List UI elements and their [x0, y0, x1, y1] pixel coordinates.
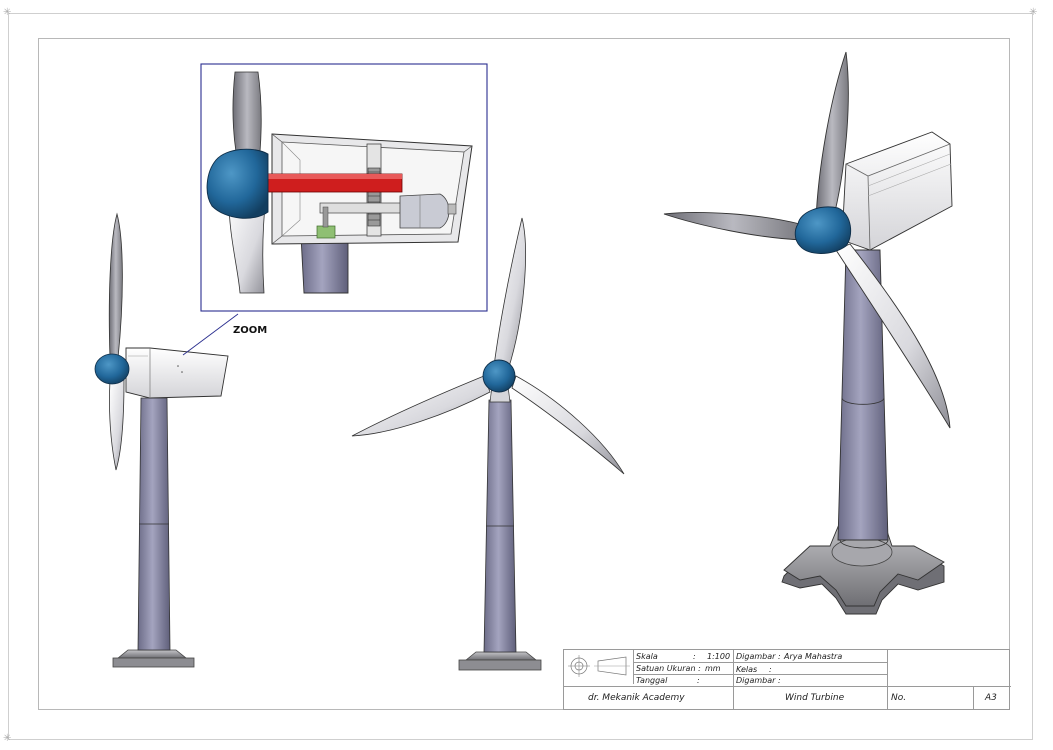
side-blade-upper: [108, 212, 123, 359]
tb-divider: [633, 674, 733, 675]
side-blade-lower: [109, 379, 125, 471]
tb-divider: [733, 662, 887, 663]
zoom-yaw-motor: [316, 225, 336, 239]
side-base-plate: [116, 649, 188, 659]
units-value: mm: [705, 664, 721, 673]
front-base-foot: [458, 659, 542, 671]
units-label: Satuan Ukuran :: [636, 664, 701, 673]
tb-divider: [887, 650, 888, 709]
side-hub: [94, 353, 130, 385]
front-blade-left: [351, 375, 491, 437]
zoom-blade-upper: [232, 71, 262, 153]
iso-blade-top: [815, 51, 849, 225]
checked-label: Digambar :: [736, 676, 781, 685]
zoom-leader-line: [182, 313, 239, 356]
side-base-foot: [112, 657, 195, 668]
company-name: dr. Mekanik Academy: [588, 693, 685, 703]
drawing-title: Wind Turbine: [785, 693, 845, 703]
tb-divider: [633, 650, 634, 684]
drawn-by-value: Arya Mahastra: [784, 652, 843, 661]
title-block: Skala : 1:100 Satuan Ukuran : mm Tanggal…: [563, 649, 1011, 710]
zoom-tower: [300, 235, 349, 294]
side-nacelle: [125, 347, 229, 399]
drawing-number-label: No.: [891, 693, 907, 703]
front-blade-right: [511, 375, 625, 475]
scale-label: Skala: [636, 652, 658, 661]
tb-divider: [733, 674, 887, 675]
sheet-size: A3: [985, 693, 997, 703]
scale-separator: :: [693, 652, 696, 661]
zoom-label: ZOOM: [233, 325, 268, 336]
zoom-output-shaft: [319, 202, 411, 214]
front-base-plate: [464, 651, 538, 661]
front-blade-top: [493, 217, 526, 371]
class-label: Kelas: [736, 665, 758, 674]
iso-view: [663, 51, 953, 615]
turbine-drawing: [94, 51, 953, 677]
zoom-hub: [206, 148, 269, 219]
class-separator: :: [769, 665, 772, 674]
drawn-by-label: Digambar :: [736, 652, 781, 661]
date-separator: :: [697, 676, 700, 685]
zoom-detail: [200, 63, 488, 312]
tb-divider: [973, 686, 974, 709]
front-hub: [482, 359, 516, 393]
iso-blade-left: [663, 212, 803, 241]
zoom-generator: [399, 193, 450, 229]
tb-divider: [564, 686, 1011, 687]
iso-hub: [794, 206, 852, 254]
date-label: Tanggal: [636, 676, 668, 685]
tb-divider: [733, 650, 734, 709]
tb-divider: [633, 662, 733, 663]
scale-value: 1:100: [707, 652, 731, 661]
